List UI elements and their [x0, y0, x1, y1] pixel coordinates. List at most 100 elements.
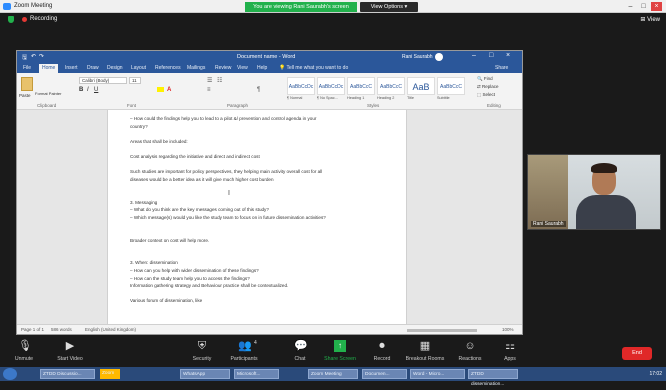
unmute-button[interactable]: 🎙 Unmute — [4, 340, 44, 362]
start-button[interactable] — [3, 368, 17, 380]
numbering-icon[interactable]: ☷ — [217, 77, 222, 84]
highlight-button[interactable] — [157, 87, 164, 92]
document-line[interactable]: Cost analysis regarding the initiative a… — [130, 154, 260, 159]
font-color-button[interactable]: A — [167, 87, 171, 93]
font-size-select[interactable]: 11 — [129, 77, 141, 84]
paragraph-mark-icon[interactable]: ¶ — [257, 87, 260, 93]
close-icon[interactable]: × — [506, 52, 510, 59]
tab-design[interactable]: Design — [107, 65, 123, 71]
participants-icon: 👥 — [238, 340, 252, 352]
underline-button[interactable]: U — [94, 87, 98, 93]
start-video-button[interactable]: ▶ Start Video — [50, 340, 90, 362]
status-zoom[interactable]: 100% — [502, 327, 514, 332]
document-line[interactable]: Broader context on cost will help more. — [130, 238, 209, 243]
bold-button[interactable]: B — [79, 87, 83, 93]
close-icon[interactable]: × — [651, 2, 662, 11]
document-line[interactable]: country? — [130, 124, 148, 129]
taskbar-item[interactable]: Word - Micro... — [410, 369, 465, 379]
tab-review[interactable]: Review — [215, 65, 231, 71]
zoom-slider[interactable] — [407, 329, 477, 332]
system-clock[interactable]: 17:02 — [649, 369, 662, 379]
apps-icon: ⚏ — [505, 340, 515, 352]
style-title[interactable]: AaB — [407, 77, 435, 95]
avatar[interactable] — [435, 53, 443, 61]
recording-label[interactable]: Recording — [30, 16, 57, 22]
taskbar-item[interactable]: Microsoft... — [234, 369, 279, 379]
replace-button[interactable]: ⇄ Replace — [477, 84, 499, 90]
paste-icon[interactable] — [21, 77, 33, 91]
reactions-button[interactable]: ☺ Reactions — [450, 340, 490, 362]
redo-icon[interactable]: ↷ — [39, 53, 44, 60]
tab-references[interactable]: References — [155, 65, 181, 71]
end-meeting-button[interactable]: End — [622, 347, 652, 360]
status-words[interactable]: 586 words — [51, 327, 72, 332]
document-line[interactable]: Various forum of dissemination, like — [130, 298, 202, 303]
breakout-rooms-button[interactable]: ▦ Breakout Rooms — [402, 340, 448, 362]
format-painter-button[interactable]: Format Painter — [35, 91, 61, 96]
status-language[interactable]: English (United Kingdom) — [85, 327, 136, 332]
tab-file[interactable]: File — [23, 65, 31, 71]
style-normal[interactable]: AaBbCcDc — [287, 77, 315, 95]
style-no-spacing[interactable]: AaBbCcDc — [317, 77, 345, 95]
tab-draw[interactable]: Draw — [87, 65, 99, 71]
taskbar-item[interactable]: Documen... — [362, 369, 407, 379]
document-line[interactable]: Such studies are important for policy pe… — [130, 169, 322, 174]
maximize-icon[interactable]: □ — [489, 52, 493, 59]
share-button[interactable]: Share — [495, 65, 508, 71]
tab-home[interactable]: Home — [39, 64, 59, 73]
tab-view[interactable]: View — [237, 65, 248, 71]
document-line[interactable]: – How could the findings help you to lea… — [130, 116, 316, 121]
minimize-icon[interactable]: – — [625, 2, 636, 11]
tab-insert[interactable]: Insert — [65, 65, 78, 71]
taskbar-item[interactable]: WhatsApp — [180, 369, 230, 379]
select-button[interactable]: ⬚ Select — [477, 92, 495, 98]
maximize-icon[interactable]: □ — [638, 2, 649, 11]
save-icon[interactable]: 🖫 — [22, 53, 27, 63]
taskbar-item[interactable]: ZTDD Discussio... — [40, 369, 95, 379]
style-name-title: Title — [407, 96, 415, 100]
shield-icon[interactable] — [8, 16, 14, 23]
tell-me-search[interactable]: 💡 Tell me what you want to do — [279, 65, 348, 71]
apps-button[interactable]: ⚏ Apps — [490, 340, 530, 362]
style-subtitle[interactable]: AaBbCcC — [437, 77, 465, 95]
document-line[interactable]: – How can the study team help you to acc… — [130, 276, 250, 281]
taskbar-item[interactable]: ZTDD dissemination... — [468, 369, 518, 387]
find-button[interactable]: 🔍 Find — [477, 76, 493, 82]
view-options-button[interactable]: View Options ▾ — [360, 2, 418, 12]
document-line[interactable]: – Which message(s) would you like the st… — [130, 215, 326, 220]
italic-button[interactable]: I — [87, 87, 89, 93]
status-page[interactable]: Page 1 of 1 — [21, 327, 44, 332]
document-page[interactable]: – How could the findings help you to lea… — [107, 110, 407, 324]
bullets-icon[interactable]: ☰ — [207, 77, 212, 84]
tab-mailings[interactable]: Mailings — [187, 65, 205, 71]
taskbar-item[interactable]: Zoom Meeting — [308, 369, 358, 379]
font-name-select[interactable]: Calibri (Body) — [79, 77, 127, 84]
user-name[interactable]: Rani Saurabh — [402, 54, 433, 60]
share-screen-button[interactable]: ↑ Share Screen — [320, 340, 360, 362]
document-line[interactable]: – How can you help with wider disseminat… — [130, 268, 259, 273]
document-line[interactable]: Areas that shall be included: — [130, 139, 188, 144]
view-button[interactable]: ⊞ View — [640, 16, 660, 23]
style-heading-2[interactable]: AaBbCcC — [377, 77, 405, 95]
record-button[interactable]: ⏺ Record — [362, 340, 402, 362]
document-line[interactable]: 3. When: dissemination — [130, 260, 178, 265]
chat-button[interactable]: 💬 Chat — [280, 340, 320, 362]
bookshelf-background — [528, 155, 568, 229]
document-line[interactable]: diseases would be a better idea as it wi… — [130, 177, 274, 182]
align-left-icon[interactable]: ≡ — [207, 87, 211, 93]
participant-video[interactable]: Rani Saurabh — [527, 154, 661, 230]
paste-label[interactable]: Paste — [19, 93, 31, 98]
tab-help[interactable]: Help — [257, 65, 267, 71]
document-line[interactable]: Information gathering strategy and Behav… — [130, 283, 288, 288]
document-line[interactable]: – What do you think are the key messages… — [130, 207, 269, 212]
document-line[interactable]: 3. Messaging — [130, 200, 157, 205]
security-button[interactable]: ⛨ Security — [182, 340, 222, 362]
zoom-toolbar: 🎙 Unmute ▶ Start Video ⛨ Security 👥 Part… — [0, 337, 666, 367]
minimize-icon[interactable]: – — [472, 52, 476, 59]
tab-layout[interactable]: Layout — [131, 65, 146, 71]
style-heading-1[interactable]: AaBbCcC — [347, 77, 375, 95]
taskbar-item[interactable]: Zoom — [100, 369, 120, 379]
participants-button[interactable]: 👥 Participants 4 — [224, 340, 264, 362]
undo-icon[interactable]: ↶ — [31, 53, 36, 60]
document-title: Document name - Word — [237, 54, 296, 60]
